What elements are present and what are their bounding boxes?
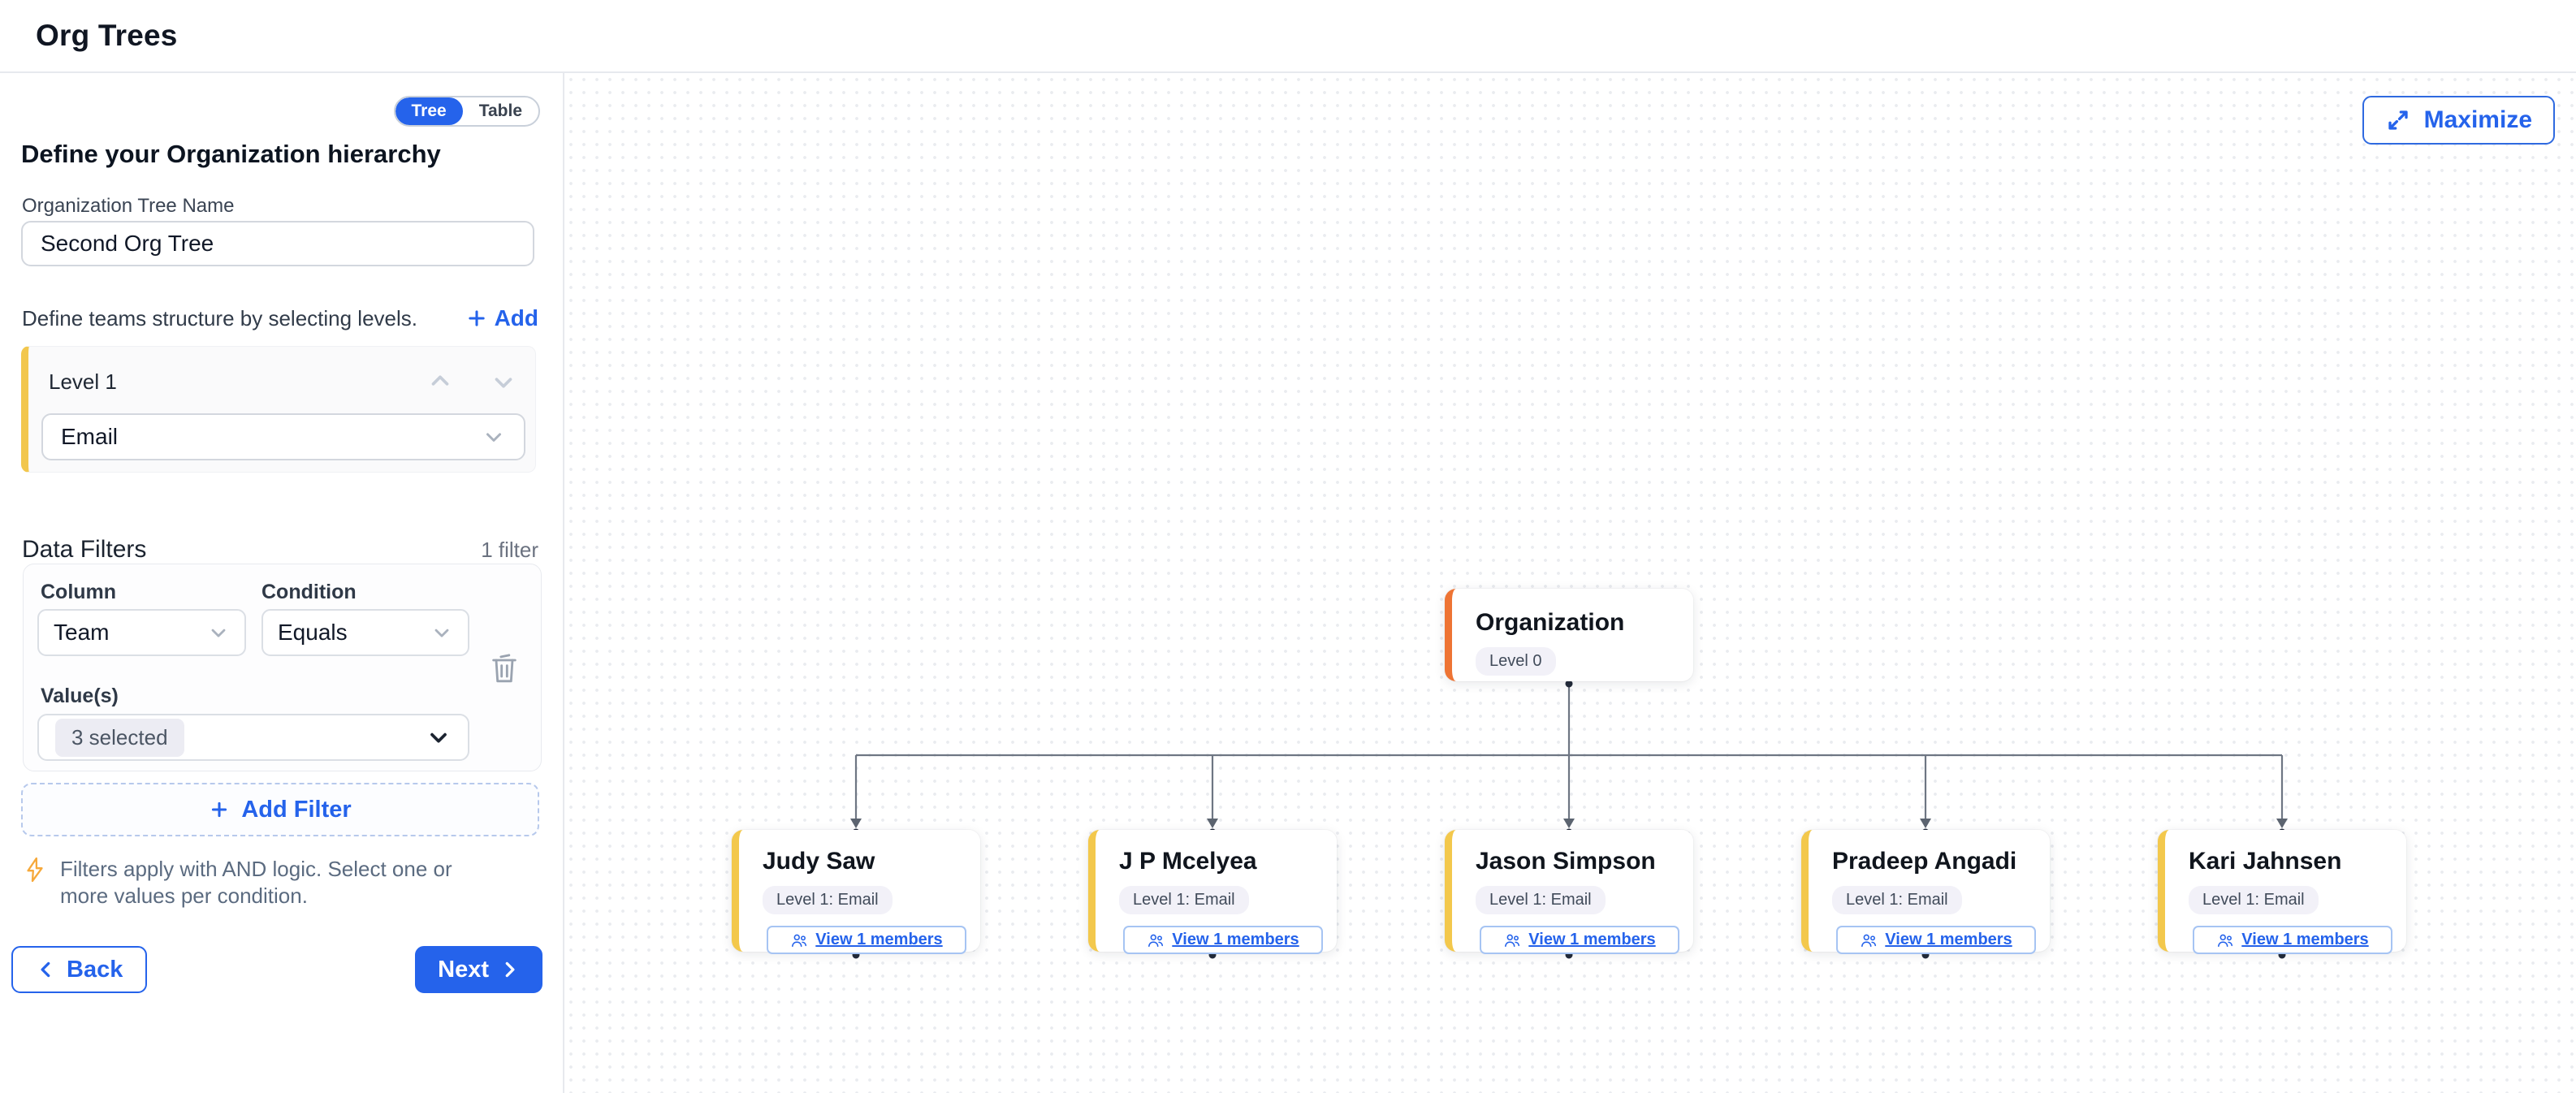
org-node-child[interactable]: Judy Saw Level 1: Email View 1 members bbox=[732, 830, 980, 952]
chevron-down-icon bbox=[482, 425, 506, 449]
node-level-badge: Level 1: Email bbox=[1476, 886, 1606, 914]
filter-count-badge: 1 filter bbox=[481, 538, 538, 563]
users-icon bbox=[1860, 932, 1878, 948]
column-label: Column bbox=[41, 581, 116, 604]
level-field-select[interactable]: Email bbox=[41, 413, 525, 460]
values-label: Value(s) bbox=[41, 685, 119, 708]
chevron-left-icon bbox=[36, 959, 57, 980]
view-members-button[interactable]: View 1 members bbox=[1836, 926, 2036, 954]
plus-icon bbox=[465, 307, 488, 330]
condition-value: Equals bbox=[278, 620, 348, 646]
org-tree-config-panel: Tree Table Define your Organization hier… bbox=[0, 73, 564, 1093]
condition-label: Condition bbox=[261, 581, 357, 604]
back-button[interactable]: Back bbox=[11, 946, 147, 993]
add-filter-label: Add Filter bbox=[241, 797, 351, 823]
users-icon bbox=[1147, 932, 1165, 948]
chevron-right-icon bbox=[499, 959, 520, 980]
add-level-button[interactable]: Add bbox=[465, 305, 538, 331]
view-members-label: View 1 members bbox=[1528, 931, 1655, 949]
chevron-down-icon bbox=[426, 724, 452, 750]
view-members-button[interactable]: View 1 members bbox=[2193, 926, 2392, 954]
toggle-option-tree[interactable]: Tree bbox=[395, 97, 463, 125]
view-members-button[interactable]: View 1 members bbox=[1123, 926, 1323, 954]
add-level-label: Add bbox=[495, 305, 538, 331]
tree-name-label: Organization Tree Name bbox=[22, 195, 234, 218]
org-tree-canvas[interactable]: Maximize bbox=[564, 73, 2576, 1093]
column-select[interactable]: Team bbox=[37, 609, 246, 656]
move-level-down-button[interactable] bbox=[490, 368, 517, 395]
levels-hint: Define teams structure by selecting leve… bbox=[22, 306, 417, 331]
values-selected-chip: 3 selected bbox=[55, 719, 184, 757]
delete-filter-button[interactable] bbox=[488, 650, 521, 686]
values-multiselect[interactable]: 3 selected bbox=[37, 714, 469, 761]
lightning-icon bbox=[23, 856, 47, 909]
condition-select[interactable]: Equals bbox=[261, 609, 469, 656]
view-members-label: View 1 members bbox=[1172, 931, 1299, 949]
node-title: Pradeep Angadi bbox=[1832, 848, 2050, 875]
users-icon bbox=[1503, 932, 1521, 948]
next-button[interactable]: Next bbox=[415, 946, 542, 993]
page-header: Org Trees bbox=[0, 0, 2576, 73]
view-members-button[interactable]: View 1 members bbox=[1480, 926, 1679, 954]
node-title: Judy Saw bbox=[763, 848, 980, 875]
node-title: Kari Jahnsen bbox=[2189, 848, 2406, 875]
plus-icon bbox=[209, 799, 230, 820]
org-node-child[interactable]: J P Mcelyea Level 1: Email View 1 member… bbox=[1088, 830, 1337, 952]
node-title: Organization bbox=[1476, 609, 1693, 637]
next-label: Next bbox=[438, 957, 489, 983]
node-level-badge: Level 1: Email bbox=[1832, 886, 1962, 914]
column-value: Team bbox=[54, 620, 109, 646]
org-node-child[interactable]: Jason Simpson Level 1: Email View 1 memb… bbox=[1445, 830, 1693, 952]
node-level-badge: Level 1: Email bbox=[1119, 886, 1249, 914]
data-filters-title: Data Filters bbox=[22, 536, 146, 564]
org-node-child[interactable]: Kari Jahnsen Level 1: Email View 1 membe… bbox=[2158, 830, 2406, 952]
node-level-badge: Level 1: Email bbox=[763, 886, 893, 914]
users-icon bbox=[790, 932, 808, 948]
org-node-child[interactable]: Pradeep Angadi Level 1: Email View 1 mem… bbox=[1801, 830, 2050, 952]
hierarchy-heading: Define your Organization hierarchy bbox=[21, 140, 441, 169]
view-members-label: View 1 members bbox=[815, 931, 942, 949]
node-level-badge: Level 0 bbox=[1476, 647, 1556, 676]
filter-logic-text: Filters apply with AND logic. Select one… bbox=[60, 856, 500, 909]
node-title: Jason Simpson bbox=[1476, 848, 1693, 875]
filter-logic-note: Filters apply with AND logic. Select one… bbox=[23, 856, 500, 909]
view-members-label: View 1 members bbox=[2241, 931, 2368, 949]
tree-name-input[interactable] bbox=[21, 221, 534, 266]
chevron-down-icon bbox=[207, 621, 230, 644]
node-title: J P Mcelyea bbox=[1119, 848, 1337, 875]
view-members-label: View 1 members bbox=[1885, 931, 2012, 949]
tree-table-toggle: Tree Table bbox=[394, 96, 541, 127]
page-title: Org Trees bbox=[36, 19, 178, 53]
filter-row: Column Condition Team Equals Value(s) bbox=[23, 564, 542, 771]
level-title: Level 1 bbox=[49, 369, 117, 395]
level-card: Level 1 Email bbox=[21, 346, 536, 473]
back-label: Back bbox=[67, 957, 123, 983]
level-field-value: Email bbox=[61, 424, 118, 450]
users-icon bbox=[2216, 932, 2234, 948]
view-members-button[interactable]: View 1 members bbox=[767, 926, 966, 954]
node-level-badge: Level 1: Email bbox=[2189, 886, 2319, 914]
move-level-up-button[interactable] bbox=[426, 368, 454, 395]
add-filter-button[interactable]: Add Filter bbox=[21, 783, 539, 836]
org-node-root[interactable]: Organization Level 0 bbox=[1445, 589, 1693, 681]
chevron-down-icon bbox=[430, 621, 453, 644]
toggle-option-table[interactable]: Table bbox=[463, 97, 538, 125]
